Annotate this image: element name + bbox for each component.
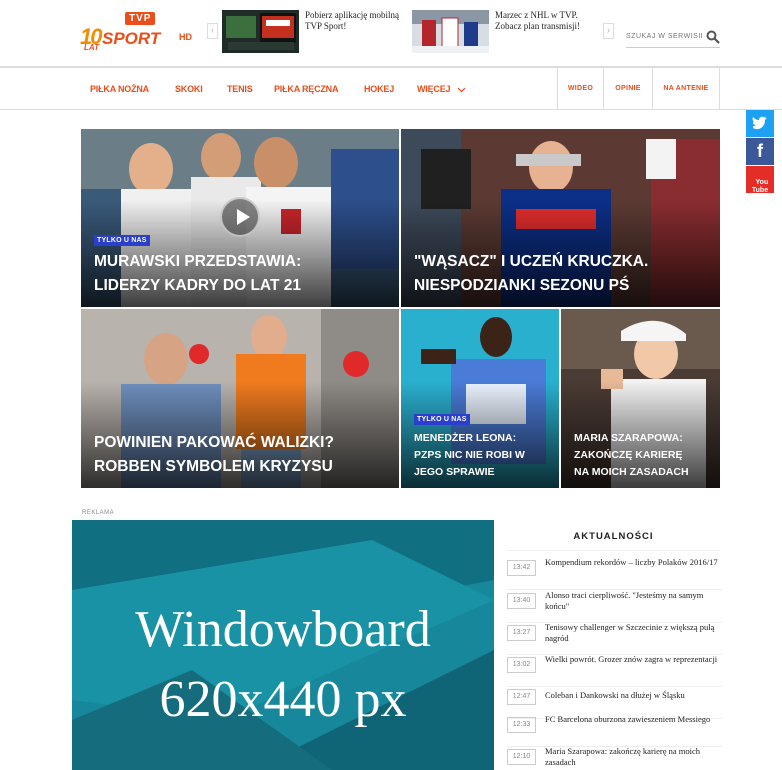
nav-item-wiecej[interactable]: WIĘCEJ	[417, 84, 466, 94]
news-item[interactable]: 12:33 FC Barcelona oburzona zawieszeniem…	[507, 714, 723, 747]
facebook-button[interactable]: f	[746, 138, 774, 165]
article-tile[interactable]: MARIA SZARAPOWA: ZAKOŃCZĘ KARIERĘ NA MOI…	[561, 309, 720, 488]
nav-link-na-antenie[interactable]: NA ANTENIE	[652, 68, 720, 110]
news-link[interactable]: Tenisowy challenger w Szczecinie z więks…	[545, 622, 723, 643]
article-tile[interactable]: TYLKO U NAS MENEDŻER LEONA: PZPS NIC NIE…	[401, 309, 559, 488]
nav-item-skoki[interactable]: SKOKI	[175, 84, 203, 94]
headline-line: MENEDŻER LEONA:	[414, 432, 517, 444]
news-time: 12:10	[507, 749, 536, 765]
logo-sport: SPORT	[102, 29, 161, 48]
promo-text: Pobierz aplikację mobilną TVP Sport!	[305, 10, 399, 31]
headline-line: "WĄSACZ" I UCZEŃ KRUCZKA.	[414, 253, 649, 270]
headline-line: ZAKOŃCZĘ KARIERĘ	[574, 449, 683, 461]
logo-lat: LAT	[84, 43, 99, 52]
headline-line: PZPS NIC NIE ROBI W	[414, 449, 525, 461]
nav-link-opinie[interactable]: OPINIE	[603, 68, 652, 110]
twitter-icon	[752, 116, 767, 130]
badge-tylko-u-nas: TYLKO U NAS	[94, 235, 150, 246]
headline-line: NA MOICH ZASADACH	[574, 466, 689, 478]
logo-tvp-badge: TVP	[125, 12, 156, 25]
tile-headline: MENEDŻER LEONA: PZPS NIC NIE ROBI W JEGO…	[414, 430, 554, 481]
news-item[interactable]: 12:10 Maria Szarapowa: zakończę karierę …	[507, 746, 723, 770]
news-link[interactable]: Coleban i Dankowski na dłużej w Śląsku	[545, 690, 723, 701]
tvp-sport-logo[interactable]: TVP 10 SPORT HD LAT	[80, 12, 196, 54]
tile-headline: MURAWSKI PRZEDSTAWIA: LIDERZY KADRY DO L…	[94, 250, 301, 298]
chevron-down-icon	[457, 87, 466, 92]
nav-item-tenis[interactable]: TENIS	[227, 84, 253, 94]
news-time: 12:33	[507, 717, 536, 733]
article-tile[interactable]: "WĄSACZ" I UCZEŃ KRUCZKA. NIESPODZIANKI …	[401, 129, 720, 307]
news-item[interactable]: 13:02 Wielki powrót. Grozer znów zagra w…	[507, 654, 723, 687]
headline-line: JEGO SPRAWIE	[414, 466, 495, 478]
promo-prev-button[interactable]: ‹	[207, 23, 218, 39]
news-item[interactable]: 13:42 Kompendium rekordów – liczby Polak…	[507, 557, 723, 590]
search-input[interactable]	[626, 33, 702, 40]
headline-line: ROBBEN SYMBOLEM KRYZYSU	[94, 458, 333, 475]
article-tile[interactable]: TYLKO U NAS MURAWSKI PRZEDSTAWIA: LIDERZ…	[81, 129, 399, 307]
nav-item-hokej[interactable]: HOKEJ	[364, 84, 394, 94]
news-section-title: AKTUALNOŚCI	[573, 531, 654, 542]
search-icon[interactable]	[706, 30, 720, 44]
news-time: 13:27	[507, 625, 536, 641]
news-item[interactable]: 13:27 Tenisowy challenger w Szczecinie z…	[507, 622, 723, 655]
nav-link-wideo[interactable]: WIDEO	[557, 68, 603, 110]
promo-next-button[interactable]: ›	[603, 23, 614, 39]
news-link[interactable]: Kompendium rekordów – liczby Polaków 201…	[545, 557, 723, 568]
news-time: 13:42	[507, 560, 536, 576]
main-nav: PIŁKA NOŻNA SKOKI TENIS PIŁKA RĘCZNA HOK…	[0, 67, 782, 110]
headline-line: LIDERZY KADRY DO LAT 21	[94, 277, 301, 294]
news-time: 13:02	[507, 657, 536, 673]
tv-app-thumbnail-icon	[222, 10, 299, 53]
news-time: 12:47	[507, 689, 536, 705]
tile-headline: MARIA SZARAPOWA: ZAKOŃCZĘ KARIERĘ NA MOI…	[574, 430, 714, 481]
news-item[interactable]: 13:40 Alonso traci cierpliwość. "Jesteśm…	[507, 590, 723, 623]
tile-headline: "WĄSACZ" I UCZEŃ KRUCZKA. NIESPODZIANKI …	[414, 250, 648, 298]
play-icon[interactable]	[220, 197, 260, 237]
ad-banner[interactable]: Windowboard 620x440 px	[72, 520, 494, 770]
nav-item-pilka-nozna[interactable]: PIŁKA NOŻNA	[90, 84, 149, 94]
badge-tylko-u-nas: TYLKO U NAS	[414, 414, 470, 425]
headline-line: NIESPODZIANKI SEZONU PŚ	[414, 277, 630, 294]
news-link[interactable]: Maria Szarapowa: zakończę karierę na moi…	[545, 746, 723, 767]
headline-line: MARIA SZARAPOWA:	[574, 432, 683, 444]
news-time: 13:40	[507, 593, 536, 609]
nav-item-pilka-reczna[interactable]: PIŁKA RĘCZNA	[274, 84, 338, 94]
site-header: TVP 10 SPORT HD LAT ‹ Pobierz aplikację …	[0, 0, 782, 67]
headline-line: POWINIEN PAKOWAĆ WALIZKI?	[94, 434, 334, 451]
youtube-icon: You Tube	[751, 179, 769, 194]
hockey-thumbnail-icon	[412, 10, 489, 53]
promo-text: Marzec z NHL w TVP. Zobacz plan transmis…	[495, 10, 580, 31]
news-link[interactable]: Wielki powrót. Grozer znów zagra w repre…	[545, 654, 723, 665]
news-link[interactable]: FC Barcelona oburzona zawieszeniem Messi…	[545, 714, 723, 725]
ad-label: REKLAMA	[82, 510, 115, 516]
twitter-button[interactable]	[746, 110, 774, 137]
search-box[interactable]	[626, 30, 720, 48]
logo-hd: HD	[179, 32, 192, 42]
ad-text-line: Windowboard	[135, 601, 431, 658]
article-tile[interactable]: POWINIEN PAKOWAĆ WALIZKI? ROBBEN SYMBOLE…	[81, 309, 399, 488]
nav-item-wiecej-label: WIĘCEJ	[417, 84, 451, 94]
news-link[interactable]: Alonso traci cierpliwość. "Jesteśmy na s…	[545, 590, 723, 611]
youtube-button[interactable]: You Tube	[746, 166, 774, 194]
ad-text-line: 620x440 px	[159, 671, 407, 728]
headline-line: MURAWSKI PRZEDSTAWIA:	[94, 253, 302, 270]
tile-headline: POWINIEN PAKOWAĆ WALIZKI? ROBBEN SYMBOLE…	[94, 431, 334, 479]
facebook-icon: f	[757, 141, 763, 161]
divider	[507, 550, 720, 551]
